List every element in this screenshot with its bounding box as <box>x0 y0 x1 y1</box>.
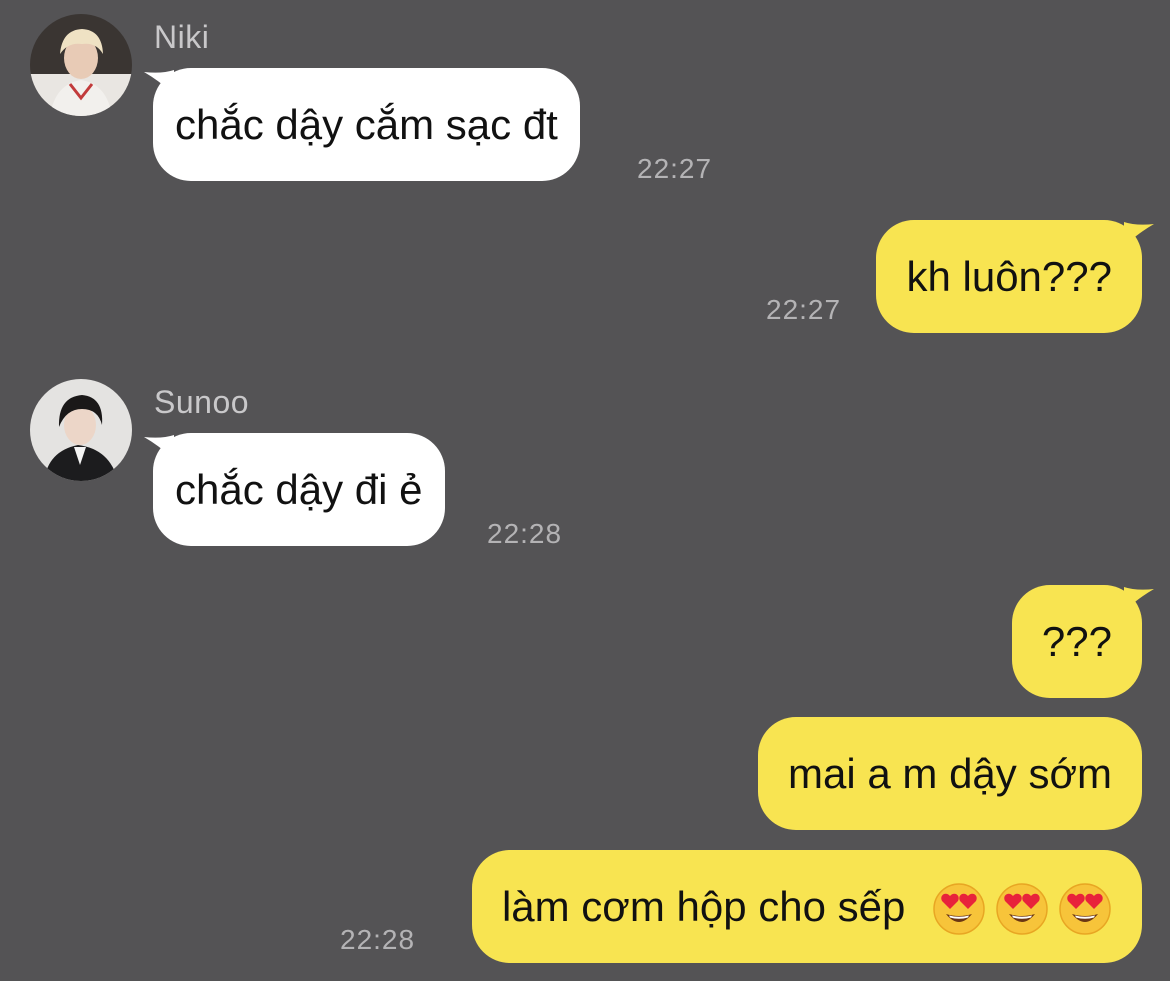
message-text: chắc dậy cắm sạc đt <box>175 101 558 148</box>
bubble-tail <box>1124 222 1154 246</box>
chat-thread: Niki chắc dậy cắm sạc đt 22:27 22:27 kh … <box>0 0 1170 981</box>
profile-photo-sunoo-icon <box>30 379 132 481</box>
message-text: chắc dậy đi ẻ <box>175 466 423 513</box>
message-bubble-outgoing[interactable]: làm cơm hộp cho sếp <box>471 850 1142 966</box>
message-bubble-outgoing[interactable]: mai a m dậy sớm <box>758 717 1142 830</box>
message-bubble-outgoing[interactable]: kh luôn??? <box>876 220 1142 333</box>
profile-photo-niki-icon <box>30 14 132 116</box>
bubble-tail <box>1124 587 1154 611</box>
message-text: mai a m dậy sớm <box>788 750 1112 797</box>
heart-eyes-emoji-icon <box>1058 882 1112 936</box>
sender-name: Sunoo <box>154 384 250 420</box>
message-timestamp: 22:27 <box>766 294 842 325</box>
message-bubble-incoming[interactable]: chắc dậy đi ẻ <box>153 433 445 546</box>
avatar-niki[interactable] <box>30 14 132 116</box>
heart-eyes-emoji-icon <box>995 882 1049 936</box>
message-bubble-outgoing[interactable]: ??? <box>1011 585 1142 698</box>
message-text: kh luôn??? <box>906 253 1112 300</box>
heart-eyes-emoji-icon <box>932 882 986 936</box>
avatar-sunoo[interactable] <box>30 379 132 481</box>
message-timestamp: 22:28 <box>340 924 416 955</box>
message-text: ??? <box>1041 618 1112 665</box>
sender-name: Niki <box>154 19 210 55</box>
message-text: làm cơm hộp cho sếp <box>501 883 906 930</box>
message-timestamp: 22:27 <box>637 153 713 184</box>
message-timestamp: 22:28 <box>487 518 563 549</box>
emoji-group <box>923 853 1112 966</box>
message-bubble-incoming[interactable]: chắc dậy cắm sạc đt <box>153 68 580 181</box>
